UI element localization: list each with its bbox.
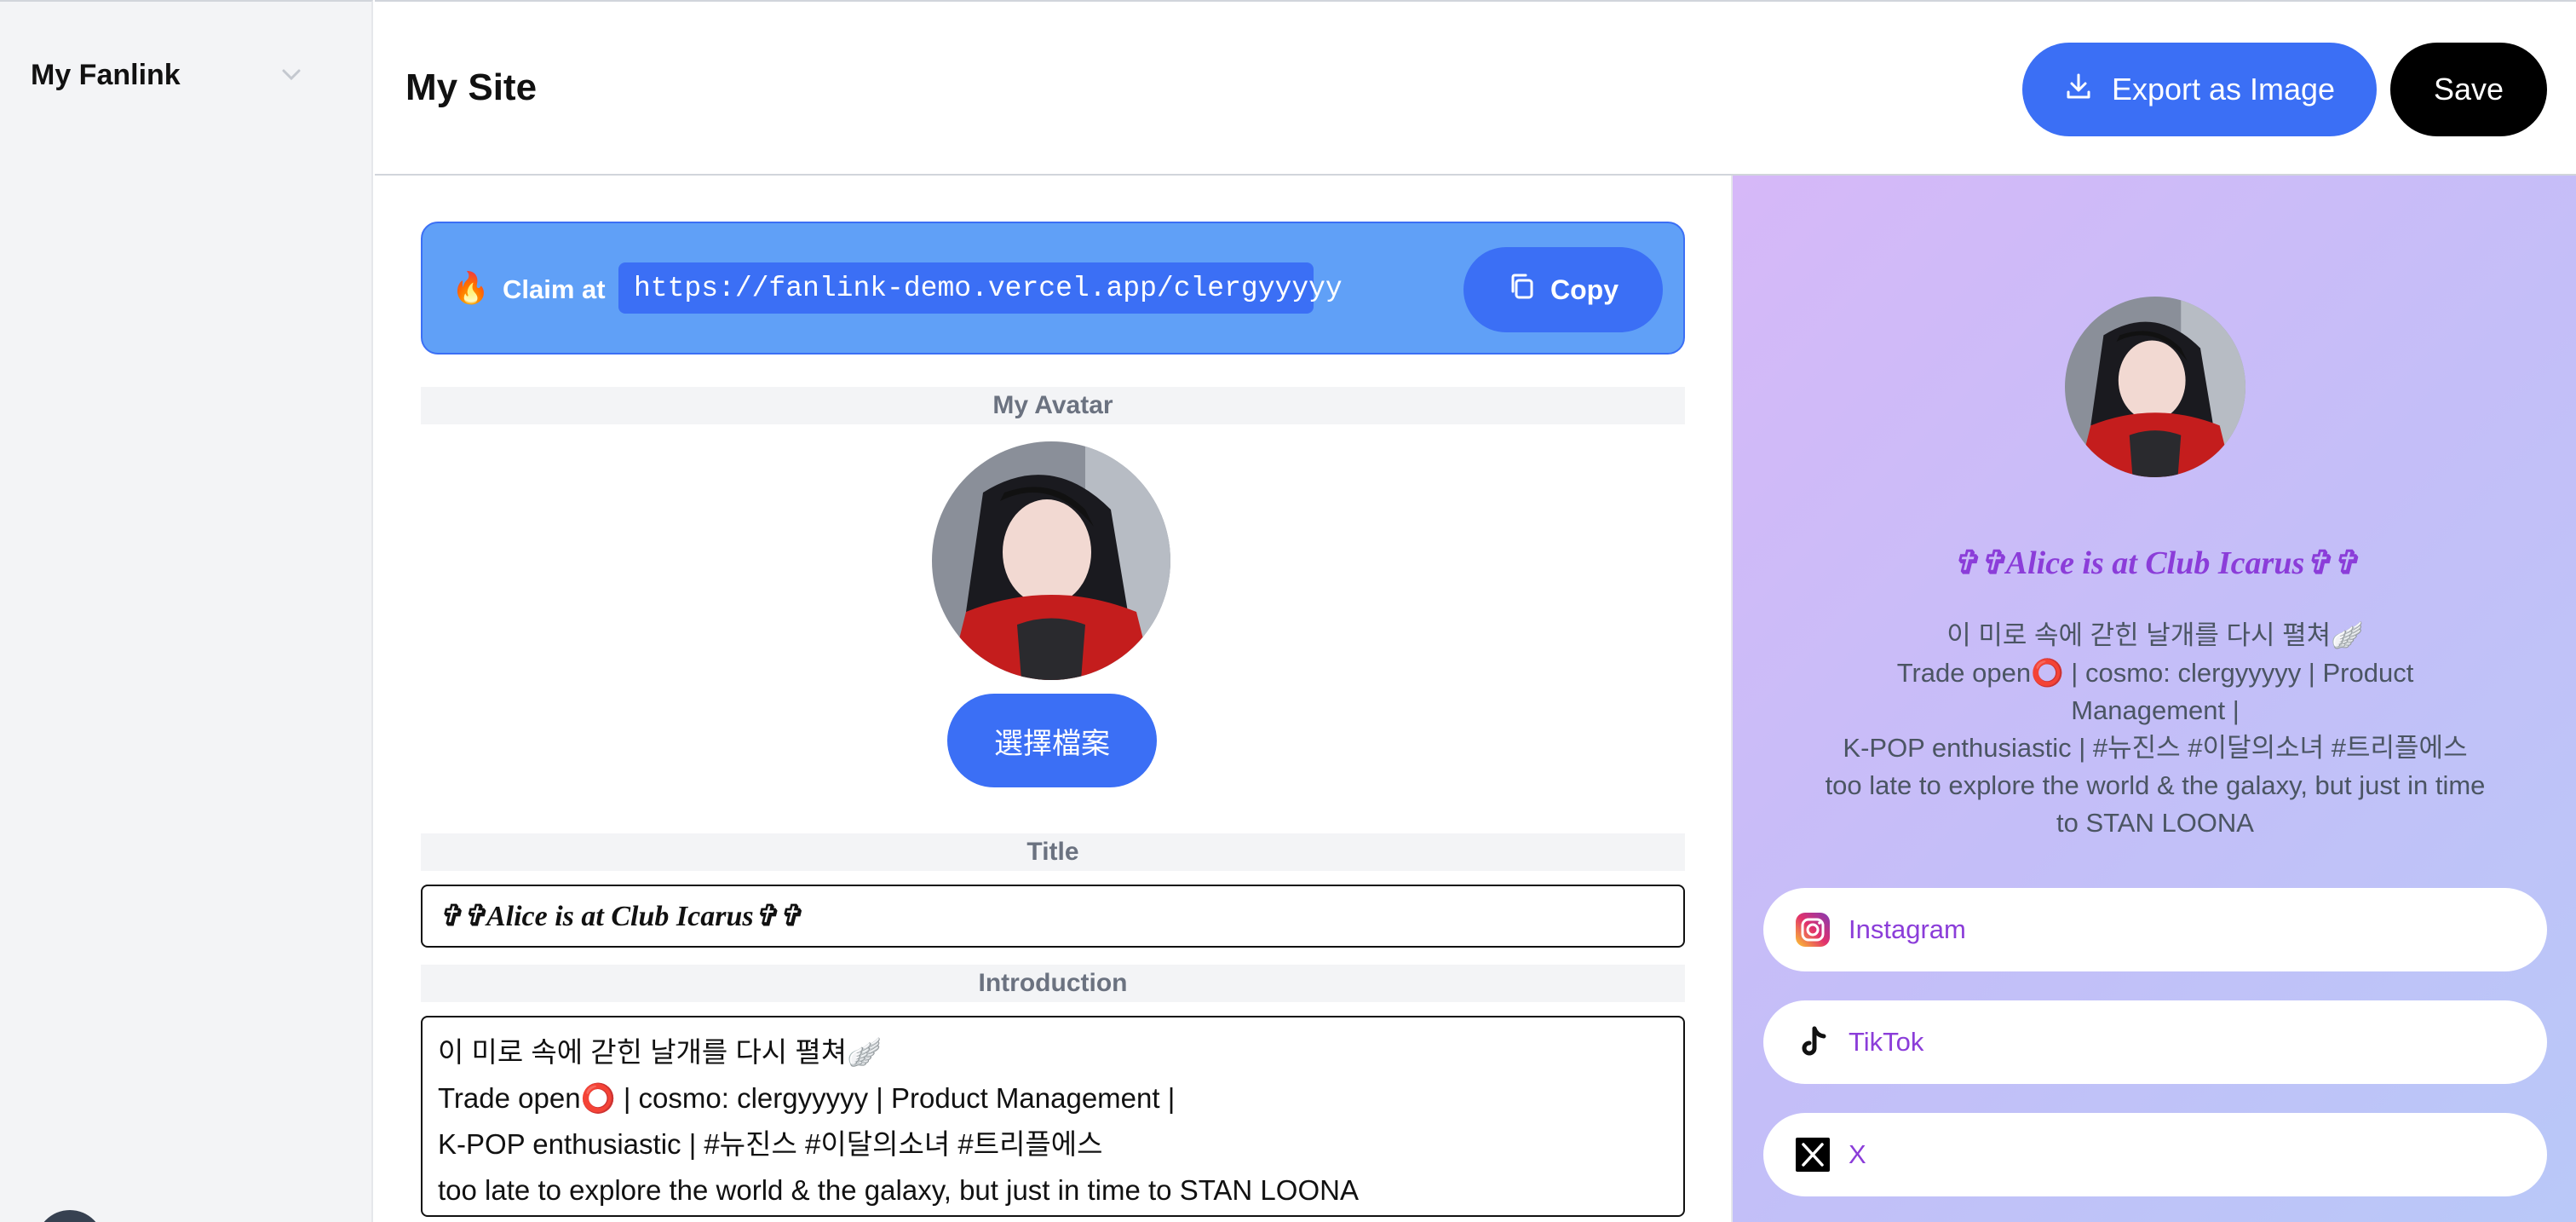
- sidebar: My Fanlink: [0, 0, 373, 1222]
- app-root: My Fanlink My Site Export as Image Save …: [0, 0, 2576, 1222]
- instagram-icon: [1794, 911, 1831, 948]
- claim-url[interactable]: https://fanlink-demo.vercel.app/clergyyy…: [618, 262, 1343, 314]
- user-avatar[interactable]: [36, 1210, 104, 1222]
- editor-panel: 🔥 Claim at https://fanlink-demo.vercel.a…: [375, 176, 1731, 1222]
- link-instagram[interactable]: Instagram: [1763, 888, 2547, 971]
- preview-bio-line: K-POP enthusiastic | #뉴진스 #이달의소녀 #트리플에스: [1843, 733, 2468, 763]
- preview-bio-line: Trade open⭕ | cosmo: clergyyyyy | Produc…: [1896, 658, 2414, 725]
- preview-bio: 이 미로 속에 갇힌 날개를 다시 펼쳐🪽 Trade open⭕ | cosm…: [1818, 617, 2493, 842]
- preview-bio-line: 이 미로 속에 갇힌 날개를 다시 펼쳐🪽: [1946, 620, 2364, 650]
- intro-textarea[interactable]: 이 미로 속에 갇힌 날개를 다시 펼쳐🪽 Trade open⭕ | cosm…: [421, 1016, 1685, 1217]
- sidebar-site-switcher[interactable]: My Fanlink: [31, 55, 303, 95]
- fire-icon: 🔥: [451, 270, 490, 305]
- preview-panel: ✞✞Alice is at Club Icarus✞✞ 이 미로 속에 갇힌 날…: [1731, 176, 2576, 1222]
- avatar-image: [932, 441, 1170, 680]
- copy-icon: [1508, 272, 1537, 308]
- title-input[interactable]: ✞✞Alice is at Club Icarus✞✞: [421, 885, 1685, 948]
- chevron-down-icon: [279, 63, 303, 87]
- export-image-button[interactable]: Export as Image: [2022, 43, 2377, 136]
- claim-label: Claim at: [503, 274, 606, 304]
- sidebar-title: My Fanlink: [31, 58, 181, 91]
- claim-banner: 🔥 Claim at https://fanlink-demo.vercel.a…: [421, 222, 1685, 354]
- copy-button-label: Copy: [1550, 274, 1619, 305]
- link-x[interactable]: X: [1763, 1113, 2547, 1196]
- download-icon: [2064, 72, 2093, 108]
- preview-title: ✞✞Alice is at Club Icarus✞✞: [1952, 545, 2359, 581]
- page-title: My Site: [405, 66, 538, 108]
- x-icon: [1794, 1136, 1831, 1173]
- preview-bio-line: too late to explore the world & the gala…: [1825, 770, 2486, 838]
- top-header: My Site Export as Image Save: [375, 0, 2576, 176]
- link-label: TikTok: [1849, 1027, 1924, 1057]
- save-button[interactable]: Save: [2390, 43, 2547, 136]
- avatar-section-label: My Avatar: [421, 387, 1685, 424]
- link-label: X: [1849, 1139, 1866, 1169]
- tiktok-icon: [1794, 1023, 1831, 1061]
- link-tiktok[interactable]: TikTok: [1763, 1000, 2547, 1084]
- link-label: Instagram: [1849, 914, 1966, 944]
- title-section-label: Title: [421, 833, 1685, 871]
- intro-line: 이 미로 속에 갇힌 날개를 다시 펼쳐🪽: [438, 1036, 883, 1068]
- intro-section-label: Introduction: [421, 965, 1685, 1002]
- preview-avatar: [2065, 297, 2245, 477]
- intro-line: K-POP enthusiastic | #뉴진스 #이달의소녀 #트리플에스: [438, 1128, 1103, 1160]
- choose-file-button[interactable]: 選擇檔案: [947, 694, 1157, 787]
- intro-line: Trade open⭕ | cosmo: clergyyyyy | Produc…: [438, 1082, 1176, 1114]
- export-button-label: Export as Image: [2111, 72, 2336, 107]
- intro-line: too late to explore the world & the gala…: [438, 1174, 1359, 1206]
- copy-button[interactable]: Copy: [1463, 247, 1663, 332]
